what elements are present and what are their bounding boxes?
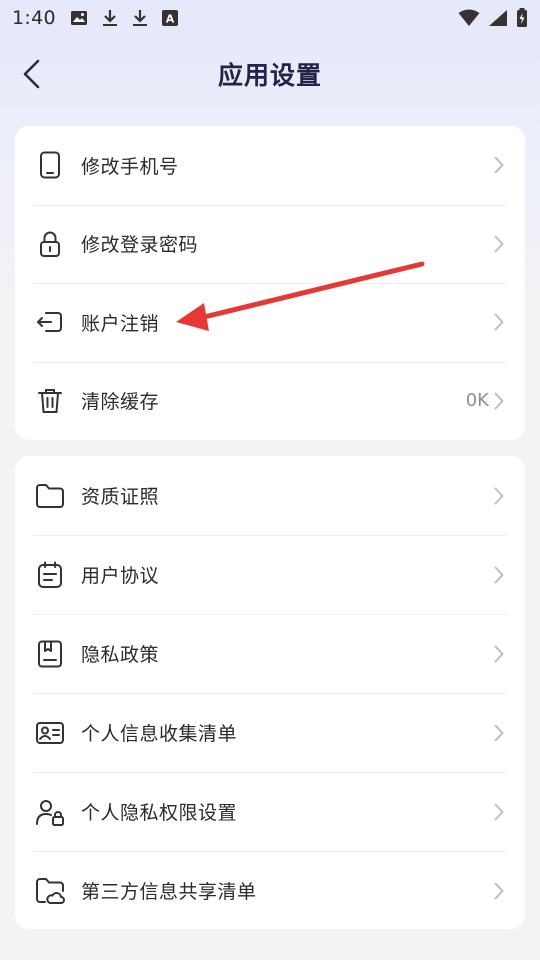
row-change-phone[interactable]: 修改手机号 <box>15 126 525 205</box>
row-third-party-sharing[interactable]: 第三方信息共享清单 <box>15 851 525 929</box>
download-icon <box>102 9 118 27</box>
wifi-icon <box>458 9 480 27</box>
chevron-right-icon <box>491 486 507 506</box>
row-label: 修改登录密码 <box>81 234 199 257</box>
svg-text:A: A <box>166 13 175 26</box>
lock-icon <box>35 229 65 259</box>
row-label: 个人隐私权限设置 <box>81 802 238 824</box>
row-privacy-permissions[interactable]: 个人隐私权限设置 <box>15 772 525 851</box>
image-icon <box>70 10 88 26</box>
row-privacy-policy[interactable]: 隐私政策 <box>15 614 525 693</box>
settings-group-legal: 资质证照 用户协议 隐私政策 个人信息收集清单 个人隐私权限设置 第三方信息共享 <box>15 456 525 929</box>
back-arrow-icon <box>23 59 40 89</box>
battery-icon <box>516 8 528 28</box>
row-personal-info-list[interactable]: 个人信息收集清单 <box>15 693 525 772</box>
document-icon <box>35 560 65 590</box>
cache-size-value: 0K <box>465 390 489 412</box>
row-label: 第三方信息共享清单 <box>81 881 257 903</box>
row-label: 账户注销 <box>81 312 160 335</box>
row-label: 个人信息收集清单 <box>81 723 238 745</box>
back-button[interactable] <box>12 54 52 94</box>
chevron-right-icon <box>491 644 507 664</box>
row-qualifications[interactable]: 资质证照 <box>15 456 525 535</box>
cloud-folder-icon <box>35 876 65 906</box>
chevron-right-icon <box>491 155 507 175</box>
status-left-icons: A <box>70 9 178 27</box>
chevron-right-icon <box>491 391 507 411</box>
logout-icon <box>35 307 65 337</box>
phone-icon <box>35 150 65 180</box>
row-label: 隐私政策 <box>81 644 160 666</box>
chevron-right-icon <box>491 312 507 332</box>
privacy-book-icon <box>35 639 65 669</box>
user-lock-icon <box>35 797 65 827</box>
signal-icon <box>488 9 508 27</box>
status-time: 1:40 <box>12 7 56 29</box>
download-icon <box>132 9 148 27</box>
chevron-right-icon <box>491 723 507 743</box>
trash-icon <box>35 386 65 416</box>
row-clear-cache[interactable]: 清除缓存 0K <box>15 361 525 441</box>
chevron-right-icon <box>491 881 507 901</box>
settings-group-account: 修改手机号 修改登录密码 账户注销 清除缓存 0K <box>15 126 525 440</box>
accessibility-a-icon: A <box>161 10 178 26</box>
row-change-password[interactable]: 修改登录密码 <box>15 204 525 284</box>
chevron-right-icon <box>491 802 507 822</box>
chevron-right-icon <box>491 234 507 254</box>
row-user-agreement[interactable]: 用户协议 <box>15 535 525 614</box>
row-label: 修改手机号 <box>81 155 179 178</box>
chevron-right-icon <box>491 565 507 585</box>
app-header: 应用设置 <box>0 44 540 104</box>
row-account-cancel[interactable]: 账户注销 <box>15 283 525 362</box>
status-right-icons <box>458 8 528 28</box>
row-label: 用户协议 <box>81 565 160 587</box>
row-label: 资质证照 <box>81 486 160 508</box>
id-card-icon <box>35 718 65 748</box>
row-label: 清除缓存 <box>81 391 160 414</box>
status-bar: 1:40 A <box>0 0 540 36</box>
folder-icon <box>35 481 65 511</box>
page-title: 应用设置 <box>217 61 322 90</box>
